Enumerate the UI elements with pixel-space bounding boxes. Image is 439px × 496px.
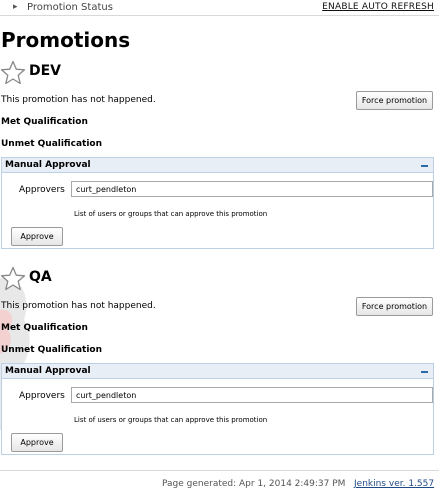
- promotion-status-text: This promotion has not happened.: [1, 95, 156, 105]
- star-outline-icon: [0, 60, 26, 85]
- collapse-icon[interactable]: [420, 161, 429, 170]
- star-outline-icon: [0, 266, 26, 291]
- panel-title: Manual Approval: [5, 366, 91, 376]
- panel-header: Manual Approval: [2, 364, 433, 379]
- approve-button[interactable]: Approve: [11, 433, 63, 452]
- force-promotion-button[interactable]: Force promotion: [356, 91, 433, 110]
- promotion-status-text: This promotion has not happened.: [1, 301, 156, 311]
- promotion-name: DEV: [29, 63, 62, 79]
- page-generated-text: Page generated: Apr 1, 2014 2:49:37 PM: [162, 479, 346, 489]
- jenkins-version-link[interactable]: Jenkins ver. 1.557: [354, 479, 434, 489]
- approvers-label: Approvers: [19, 185, 65, 195]
- manual-approval-panel: Manual Approval Approvers List of users …: [1, 363, 434, 455]
- panel-header: Manual Approval: [2, 158, 433, 173]
- enable-auto-refresh-link[interactable]: ENABLE AUTO REFRESH: [322, 2, 434, 12]
- page-title: Promotions: [1, 28, 131, 52]
- unmet-qualification-heading: Unmet Qualification: [1, 139, 102, 149]
- approvers-hint: List of users or groups that can approve…: [74, 210, 268, 218]
- breadcrumb-arrow-icon: ▸: [13, 2, 18, 12]
- approvers-label: Approvers: [19, 391, 65, 401]
- approvers-hint: List of users or groups that can approve…: [74, 416, 268, 424]
- met-qualification-heading: Met Qualification: [1, 323, 88, 333]
- unmet-qualification-heading: Unmet Qualification: [1, 345, 102, 355]
- approvers-input[interactable]: [71, 387, 433, 403]
- panel-title: Manual Approval: [5, 160, 91, 170]
- footer-divider: [0, 470, 439, 471]
- manual-approval-panel: Manual Approval Approvers List of users …: [1, 157, 434, 249]
- approve-button[interactable]: Approve: [11, 227, 63, 246]
- top-bar: ▸ Promotion Status ENABLE AUTO REFRESH: [0, 0, 439, 16]
- force-promotion-button[interactable]: Force promotion: [356, 297, 433, 316]
- promotion-name: QA: [29, 269, 52, 285]
- breadcrumb[interactable]: Promotion Status: [27, 2, 113, 13]
- collapse-icon[interactable]: [420, 367, 429, 376]
- met-qualification-heading: Met Qualification: [1, 117, 88, 127]
- approvers-input[interactable]: [71, 181, 433, 197]
